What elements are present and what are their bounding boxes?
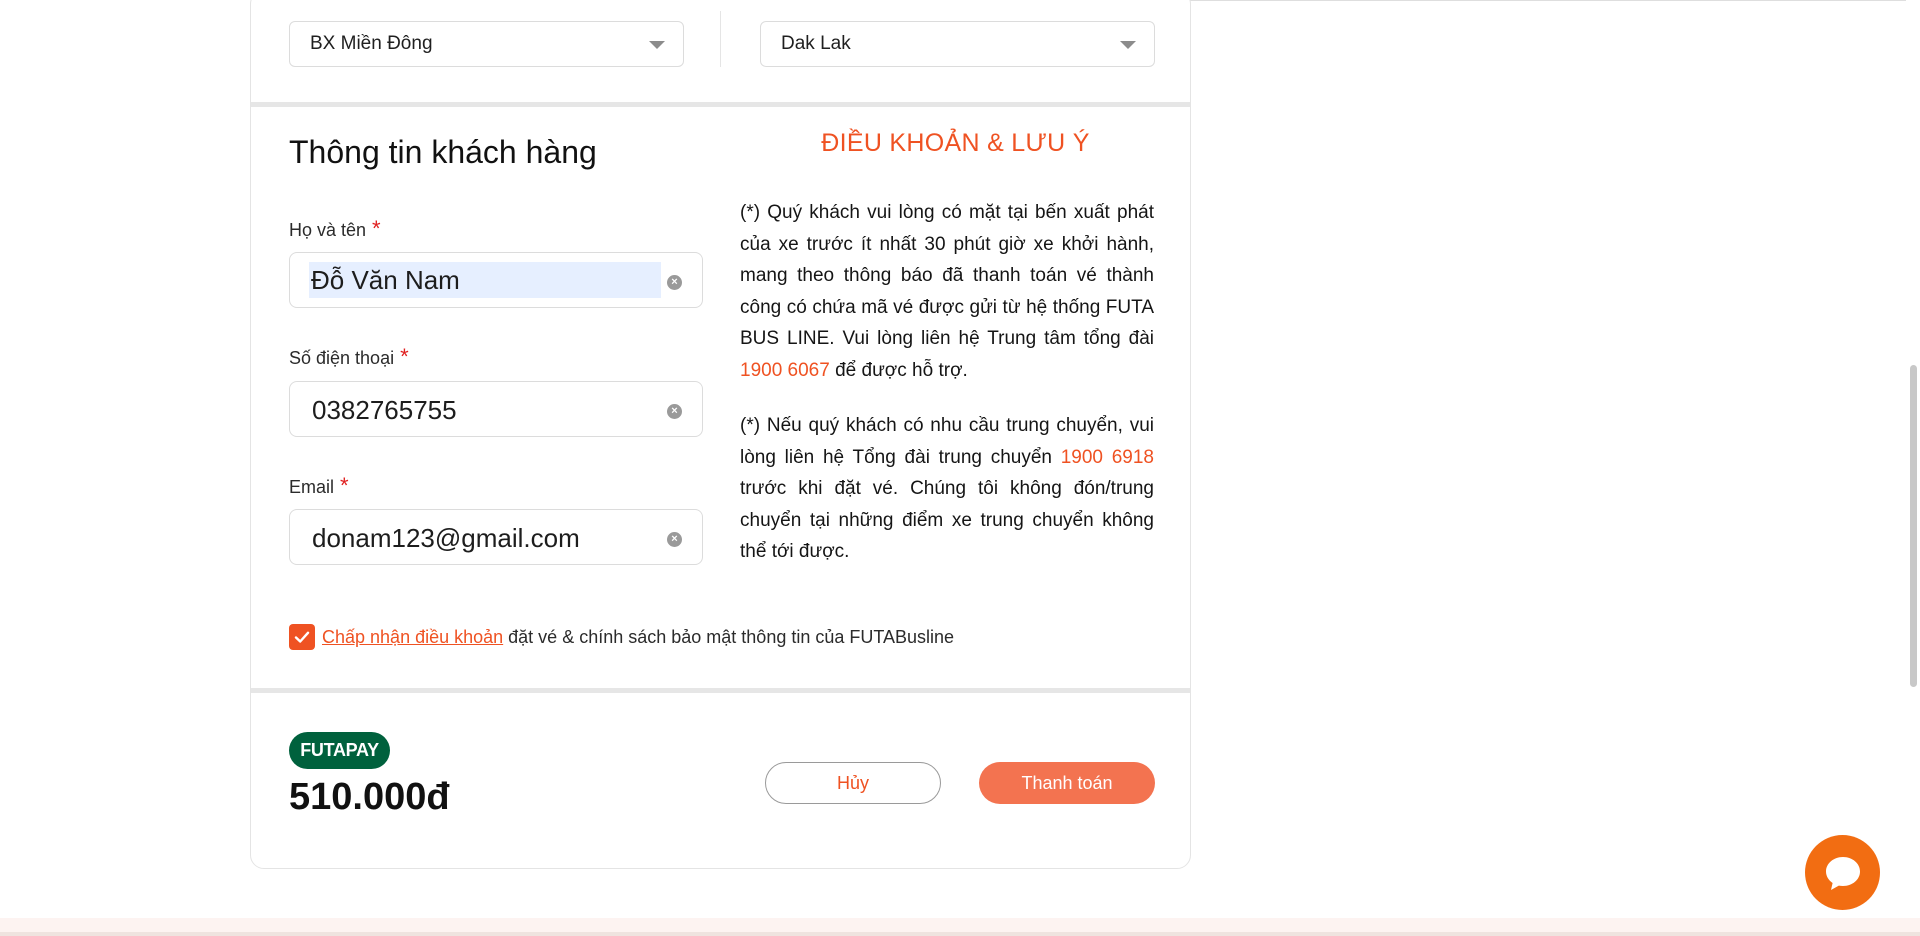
email-value: donam123@gmail.com bbox=[312, 523, 580, 553]
page: BX Miền Đông Dak Lak Thông tin khách hàn… bbox=[0, 0, 1920, 936]
destination-value: Dak Lak bbox=[781, 33, 851, 54]
pay-button[interactable]: Thanh toán bbox=[979, 762, 1155, 804]
top-divider bbox=[1190, 0, 1920, 1]
terms-note-2: (*) Nếu quý khách có nhu cầu trung chuyể… bbox=[740, 415, 1154, 562]
fullname-value: Đỗ Văn Nam bbox=[309, 262, 661, 298]
phone-field[interactable]: 0382765755 × bbox=[289, 381, 703, 437]
hotline-phone[interactable]: 1900 6067 bbox=[740, 360, 830, 381]
chevron-down-icon bbox=[1120, 41, 1136, 49]
section-divider bbox=[251, 102, 1190, 107]
departure-value: BX Miền Đông bbox=[310, 33, 433, 54]
agreement-checkbox[interactable] bbox=[289, 624, 315, 650]
check-icon bbox=[294, 631, 310, 643]
booking-card: BX Miền Đông Dak Lak Thông tin khách hàn… bbox=[250, 0, 1191, 869]
fullname-label: Họ và tên * bbox=[289, 216, 381, 241]
customer-info-title: Thông tin khách hàng bbox=[289, 134, 597, 170]
departure-select[interactable]: BX Miền Đông bbox=[289, 21, 684, 67]
clear-icon[interactable]: × bbox=[667, 275, 682, 290]
terms-title: ĐIỀU KHOẢN & LƯU Ý bbox=[821, 129, 1090, 157]
route-divider bbox=[720, 11, 721, 67]
route-row: BX Miền Đông Dak Lak bbox=[251, 1, 1190, 93]
agreement-row: Chấp nhận điều khoản đặt vé & chính sách… bbox=[289, 624, 954, 650]
phone-value: 0382765755 bbox=[312, 395, 457, 425]
fullname-field[interactable]: Đỗ Văn Nam × bbox=[289, 252, 703, 308]
chat-bubble-icon bbox=[1825, 856, 1860, 890]
chevron-down-icon bbox=[649, 41, 665, 49]
clear-icon[interactable]: × bbox=[667, 404, 682, 419]
phone-label: Số điện thoại * bbox=[289, 344, 409, 369]
terms-note-1: (*) Quý khách vui lòng có mặt tại bến xu… bbox=[740, 202, 1154, 381]
transfer-phone[interactable]: 1900 6918 bbox=[1061, 447, 1154, 468]
email-label: Email * bbox=[289, 473, 349, 498]
destination-select[interactable]: Dak Lak bbox=[760, 21, 1155, 67]
required-mark: * bbox=[340, 473, 349, 498]
clear-icon[interactable]: × bbox=[667, 532, 682, 547]
section-divider bbox=[251, 688, 1190, 693]
terms-link[interactable]: Chấp nhận điều khoản bbox=[322, 627, 503, 648]
required-mark: * bbox=[372, 216, 381, 241]
email-field[interactable]: donam123@gmail.com × bbox=[289, 509, 703, 565]
chat-button[interactable] bbox=[1805, 835, 1880, 910]
futapay-badge: FUTAPAY bbox=[289, 732, 390, 769]
required-mark: * bbox=[400, 344, 409, 369]
total-price: 510.000đ bbox=[289, 776, 450, 818]
scrollbar-thumb[interactable] bbox=[1910, 365, 1917, 687]
cancel-button[interactable]: Hủy bbox=[765, 762, 941, 804]
footer-strip bbox=[0, 932, 1920, 936]
agreement-text: đặt vé & chính sách bảo mật thông tin củ… bbox=[508, 626, 955, 647]
